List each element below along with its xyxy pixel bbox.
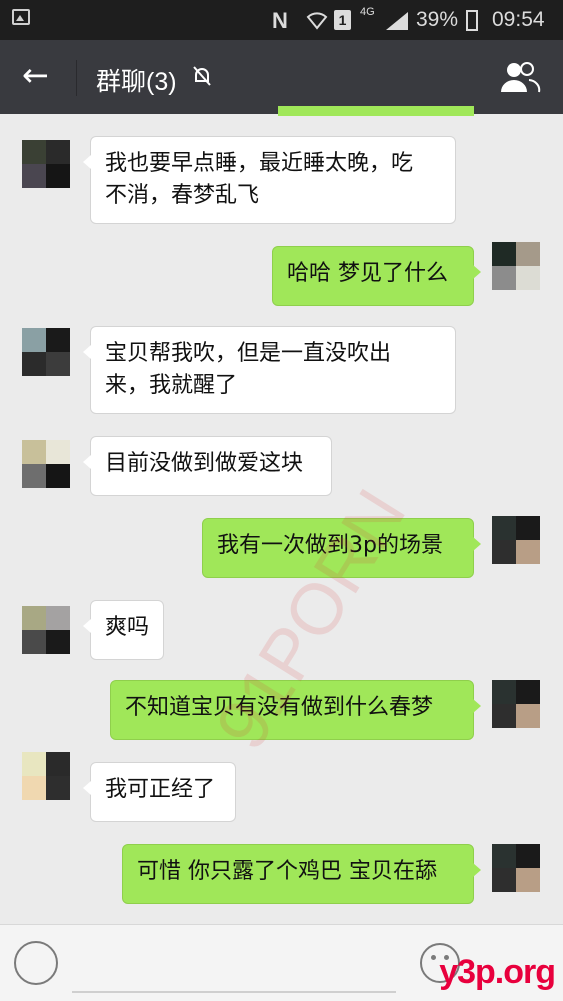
chat-header: ← 群聊(3) (0, 40, 563, 114)
corner-watermark: y3p.org (439, 953, 556, 991)
avatar[interactable] (22, 140, 70, 188)
incoming-message[interactable]: 爽吗 (83, 600, 164, 660)
outgoing-message[interactable]: 可惜 你只露了个鸡巴 宝贝在舔 (122, 844, 481, 904)
avatar[interactable] (22, 606, 70, 654)
header-divider (76, 60, 77, 96)
group-members-icon[interactable] (499, 60, 541, 94)
message-text: 不消，春梦乱飞 (105, 183, 260, 208)
outgoing-message[interactable]: 我有一次做到3p的场景 (202, 518, 481, 578)
avatar[interactable] (492, 242, 540, 290)
avatar[interactable] (22, 440, 70, 488)
network-type-label: 4G (360, 6, 375, 18)
battery-percent: 39% (416, 8, 459, 31)
incoming-message[interactable]: 我可正经了 (83, 762, 236, 822)
sim-slot-badge: 1 (334, 10, 351, 30)
incoming-message[interactable]: 目前没做到做爱这块 (83, 436, 332, 496)
message-text: 宝贝帮我吹，但是一直没吹出 (105, 341, 392, 366)
battery-icon (466, 10, 478, 31)
wifi-icon (306, 12, 328, 30)
voice-input-button[interactable] (14, 941, 58, 985)
signal-icon (386, 12, 408, 30)
chat-title: 群聊(3) (96, 68, 177, 96)
message-list[interactable]: 我也要早点睡，最近睡太晚，吃 不消，春梦乱飞 哈哈 梦见了什么 宝贝帮我吹，但是… (0, 114, 563, 924)
message-text: 爽吗 (105, 615, 150, 640)
gallery-icon (12, 9, 30, 25)
avatar[interactable] (492, 844, 540, 892)
arrow-left-icon[interactable]: ← (22, 56, 49, 94)
message-text: 来，我就醒了 (105, 373, 238, 398)
avatar[interactable] (22, 328, 70, 376)
incoming-message[interactable]: 宝贝帮我吹，但是一直没吹出 来，我就醒了 (83, 326, 456, 414)
avatar[interactable] (492, 516, 540, 564)
avatar[interactable] (22, 752, 70, 800)
bell-off-icon (193, 66, 211, 86)
message-input[interactable] (72, 941, 396, 993)
outgoing-message[interactable]: 不知道宝贝有没有做到什么春梦 (110, 680, 481, 740)
message-text: 哈哈 梦见了什么 (287, 261, 448, 286)
outgoing-message[interactable]: 哈哈 梦见了什么 (272, 246, 481, 306)
message-text: 我有一次做到3p的场景 (217, 533, 443, 558)
message-text: 可惜 你只露了个鸡巴 宝贝在舔 (137, 859, 437, 884)
avatar[interactable] (492, 680, 540, 728)
message-text: 我也要早点睡，最近睡太晚，吃 (105, 151, 414, 176)
message-text: 我可正经了 (105, 777, 216, 802)
incoming-message[interactable]: 我也要早点睡，最近睡太晚，吃 不消，春梦乱飞 (83, 136, 456, 224)
nfc-icon: N (272, 8, 288, 33)
clock: 09:54 (492, 8, 545, 31)
message-text: 目前没做到做爱这块 (105, 451, 304, 476)
message-text: 不知道宝贝有没有做到什么春梦 (125, 695, 434, 720)
status-bar: N 1 4G 39% 09:54 (0, 0, 563, 40)
